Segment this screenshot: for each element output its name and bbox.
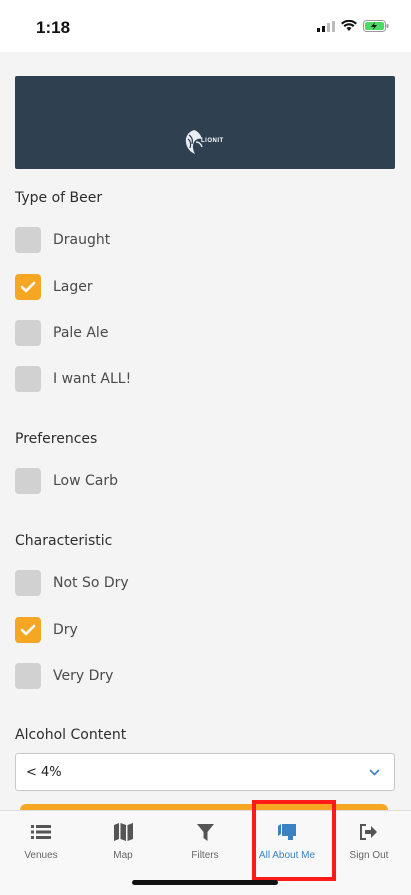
- option-label: Pale Ale: [53, 325, 109, 341]
- wifi-icon: [341, 20, 357, 31]
- option-low-carb[interactable]: Low Carb: [15, 468, 118, 494]
- option-lager[interactable]: Lager: [15, 274, 93, 300]
- tab-map[interactable]: Map: [82, 811, 164, 881]
- checkbox-very-dry[interactable]: [15, 663, 41, 689]
- checkbox-dry[interactable]: [15, 617, 41, 643]
- tab-label: Map: [113, 850, 133, 861]
- sign-out-icon: [360, 823, 378, 841]
- alcohol-content-select[interactable]: < 4%: [15, 753, 395, 791]
- tab-filters[interactable]: Filters: [164, 811, 246, 881]
- option-label: I want ALL!: [53, 371, 132, 387]
- option-label: Lager: [53, 279, 93, 295]
- tab-label: Sign Out: [349, 850, 389, 861]
- checkmark-icon: [20, 624, 36, 636]
- tab-venues[interactable]: Venues: [0, 811, 82, 881]
- option-label: Draught: [53, 232, 111, 248]
- tab-label: Filters: [191, 850, 219, 861]
- option-label: Very Dry: [53, 668, 114, 684]
- option-very-dry[interactable]: Very Dry: [15, 663, 113, 689]
- checkbox-not-so-dry[interactable]: [15, 570, 41, 596]
- filter-content[interactable]: LIONIT Type of Beer Draught Lager Pale A…: [0, 52, 411, 810]
- lion-logo: LIONIT: [183, 129, 243, 165]
- home-indicator: [132, 880, 278, 885]
- checkbox-draught[interactable]: [15, 227, 41, 253]
- map-icon: [113, 823, 133, 841]
- option-dry[interactable]: Dry: [15, 617, 78, 643]
- tab-label: Venues: [24, 850, 58, 861]
- tab-sign-out[interactable]: Sign Out: [328, 811, 410, 881]
- status-time: 1:18: [36, 18, 71, 37]
- option-pale-ale[interactable]: Pale Ale: [15, 320, 108, 346]
- header-banner: LIONIT: [15, 76, 395, 169]
- option-not-so-dry[interactable]: Not So Dry: [15, 570, 129, 596]
- chevron-down-icon: [369, 768, 380, 776]
- status-icons: [317, 20, 389, 32]
- checkbox-pale-ale[interactable]: [15, 320, 41, 346]
- filter-icon: [196, 823, 214, 841]
- preferences-title: Preferences: [15, 431, 98, 447]
- option-label: Not So Dry: [53, 575, 129, 591]
- status-bar: 1:18: [0, 0, 411, 52]
- checkbox-i-want-all[interactable]: [15, 366, 41, 392]
- checkbox-low-carb[interactable]: [15, 468, 41, 494]
- battery-icon: [363, 20, 389, 32]
- option-label: Dry: [53, 622, 78, 638]
- checkmark-icon: [20, 281, 36, 293]
- characteristic-title: Characteristic: [15, 533, 113, 549]
- logo-text: LIONIT: [201, 138, 224, 144]
- annotation-highlight-box: [252, 800, 336, 881]
- list-icon: [31, 823, 51, 841]
- checkbox-lager[interactable]: [15, 274, 41, 300]
- option-draught[interactable]: Draught: [15, 227, 110, 253]
- option-i-want-all[interactable]: I want ALL!: [15, 366, 131, 392]
- type-of-beer-title: Type of Beer: [15, 190, 103, 206]
- option-label: Low Carb: [53, 473, 119, 489]
- signal-icon: [317, 20, 335, 32]
- alcohol-content-value: < 4%: [26, 764, 62, 780]
- alcohol-content-title: Alcohol Content: [15, 727, 127, 743]
